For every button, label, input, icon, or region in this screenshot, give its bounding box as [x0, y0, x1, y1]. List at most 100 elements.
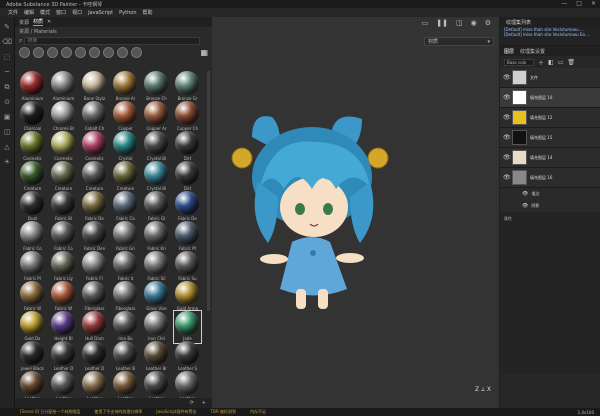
material-tile[interactable]: Leather D — [81, 341, 108, 373]
camera-icon[interactable]: ◫ — [2, 127, 12, 137]
character-model[interactable] — [212, 17, 499, 408]
material-tile[interactable]: Bronze Ch — [143, 71, 170, 103]
material-tile[interactable]: Fabric Ca — [112, 191, 139, 223]
filter-environments-icon[interactable] — [131, 47, 142, 58]
layer-row[interactable]: 👁 填充图层 10 — [500, 88, 600, 108]
projection-icon[interactable]: ⬚ — [2, 52, 12, 62]
layer-thumbnail[interactable] — [512, 170, 527, 185]
material-tile[interactable]: Fabric Lly — [50, 251, 77, 283]
add-icon[interactable]: + — [202, 400, 206, 406]
texture-set-line-2[interactable]: [Default] mise thah site Veclvtumaeu Ea … — [504, 32, 600, 37]
material-tile[interactable]: Crystal Bl — [143, 131, 170, 163]
breadcrumb-path[interactable]: 资源 / Materials — [19, 28, 57, 35]
viewport[interactable]: ▭ ❚❚ ◫ ◉ ⚙ 材质 ▾ Z ⟂ X — [212, 17, 499, 408]
filter-smart-materials-icon[interactable] — [47, 47, 58, 58]
material-tile[interactable]: Height Bl — [50, 311, 77, 343]
filter-grunges-icon[interactable] — [103, 47, 114, 58]
material-tile[interactable]: Fabric W — [19, 281, 46, 313]
layer-row[interactable]: 👁 填充图层 14 — [500, 148, 600, 168]
filter-procedurals-icon[interactable] — [117, 47, 128, 58]
material-tile[interactable]: Fabric W — [50, 281, 77, 313]
material-tile[interactable]: Creature — [112, 161, 139, 193]
material-tile[interactable]: Creature — [50, 161, 77, 193]
filter-textures-icon[interactable] — [61, 47, 72, 58]
filter-alphas-icon[interactable] — [89, 47, 100, 58]
material-tile[interactable]: Bronze Gr — [174, 71, 201, 103]
eye-icon[interactable]: 👁 — [503, 134, 511, 141]
material-tile[interactable]: Fiberglass — [81, 281, 108, 313]
eye-icon[interactable]: 👁 — [522, 191, 528, 197]
search-input[interactable] — [24, 37, 201, 45]
material-tile[interactable]: Copper Ch — [174, 101, 201, 133]
layer-row[interactable]: 👁 文件 — [500, 68, 600, 88]
maximize-button[interactable]: □ — [576, 0, 582, 7]
layer-effect-row[interactable]: 👁 阴影 — [500, 200, 600, 212]
material-tile[interactable]: Gold Arma — [174, 281, 201, 313]
material-tile[interactable]: Fabric Co — [19, 221, 46, 253]
eye-icon[interactable]: 👁 — [522, 203, 528, 209]
material-tile[interactable]: Jade — [173, 310, 202, 344]
menu-javascript[interactable]: JavaScript — [88, 10, 113, 16]
material-tile[interactable]: Crystal — [112, 131, 139, 163]
light-icon[interactable]: ☀ — [2, 157, 12, 167]
material-tile[interactable]: Copper — [112, 101, 139, 133]
close-button[interactable]: ✕ — [591, 0, 596, 7]
material-tile[interactable]: Fabric Bl — [50, 191, 77, 223]
eraser-icon[interactable]: ⌫ — [2, 37, 12, 47]
mask-icon[interactable]: ◧ — [548, 59, 554, 66]
tab-assets[interactable]: 资源 — [19, 19, 29, 26]
layer-row[interactable]: 👁 填充图层 12 — [500, 108, 600, 128]
material-tile[interactable]: Aluminium — [50, 71, 77, 103]
material-tile[interactable]: Dust — [19, 191, 46, 223]
clone-icon[interactable]: ⧉ — [2, 82, 12, 92]
material-tile[interactable]: Hull Dam — [81, 311, 108, 343]
material-tile[interactable]: Fabric 4 — [112, 251, 139, 283]
eye-icon[interactable]: 👁 — [503, 114, 511, 121]
menu-help[interactable]: 帮助 — [143, 9, 153, 16]
material-tile[interactable]: Creature — [81, 161, 108, 193]
layer-thumbnail[interactable] — [512, 110, 527, 125]
material-tile[interactable]: Leather S — [174, 341, 201, 373]
eye-icon[interactable]: 👁 — [503, 174, 511, 181]
material-tile[interactable]: Aluminium — [19, 71, 46, 103]
eye-icon[interactable]: 👁 — [503, 74, 511, 81]
material-tile[interactable]: Glass Vize — [143, 281, 170, 313]
minimize-button[interactable]: — — [561, 0, 567, 7]
material-tile[interactable]: Fabric De — [81, 191, 108, 223]
material-tile[interactable]: Creature — [19, 161, 46, 193]
material-tile[interactable]: Leather Br — [143, 341, 170, 373]
grid-view-icon[interactable]: ▦ — [200, 48, 208, 57]
material-tile[interactable]: Bronze Ar — [112, 71, 139, 103]
eye-icon[interactable]: 👁 — [503, 154, 511, 161]
menu-file[interactable]: 文件 — [8, 9, 18, 16]
material-tile[interactable]: Fabric Den — [81, 221, 108, 253]
material-tile[interactable]: Fabric Su — [174, 251, 201, 283]
layer-thumbnail[interactable] — [512, 70, 527, 85]
material-tile[interactable]: Dirt — [174, 131, 201, 163]
material-tile[interactable]: Cosmetic — [81, 131, 108, 163]
refresh-icon[interactable]: ⟳ — [190, 400, 194, 406]
fill-icon[interactable]: ▣ — [2, 112, 12, 122]
material-tile[interactable]: Dirt — [174, 161, 201, 193]
menu-viewport[interactable]: 视口 — [72, 9, 82, 16]
material-tile[interactable]: Charcoal — [19, 101, 46, 133]
material-tile[interactable]: Cobalt Ch — [81, 101, 108, 133]
material-tile[interactable]: Fabric Gl — [143, 191, 170, 223]
filter-all-icon[interactable] — [19, 47, 30, 58]
material-tile[interactable]: Crystal Bl — [143, 161, 170, 193]
polygon-icon[interactable]: △ — [2, 142, 12, 152]
add-layer-icon[interactable]: ＋ — [538, 58, 544, 67]
material-tile[interactable]: Chrome Bl — [50, 101, 77, 133]
material-tile[interactable]: Fabric Sil — [143, 251, 170, 283]
material-tile[interactable]: Gold Da — [19, 311, 46, 343]
material-tile[interactable]: Leather D — [50, 341, 77, 373]
menu-mode[interactable]: 模式 — [40, 9, 50, 16]
layer-thumbnail[interactable] — [512, 130, 527, 145]
layer-row[interactable]: 👁 填充图层 15 — [500, 128, 600, 148]
material-tile[interactable]: Fabric Pt — [174, 221, 201, 253]
layer-thumbnail[interactable] — [512, 90, 527, 105]
layer-row[interactable]: 👁 填充图层 16 — [500, 168, 600, 188]
material-tile[interactable]: Fabric Fl — [81, 251, 108, 283]
filter-materials-icon[interactable] — [33, 47, 44, 58]
material-tile[interactable]: Fabric De — [174, 191, 201, 223]
